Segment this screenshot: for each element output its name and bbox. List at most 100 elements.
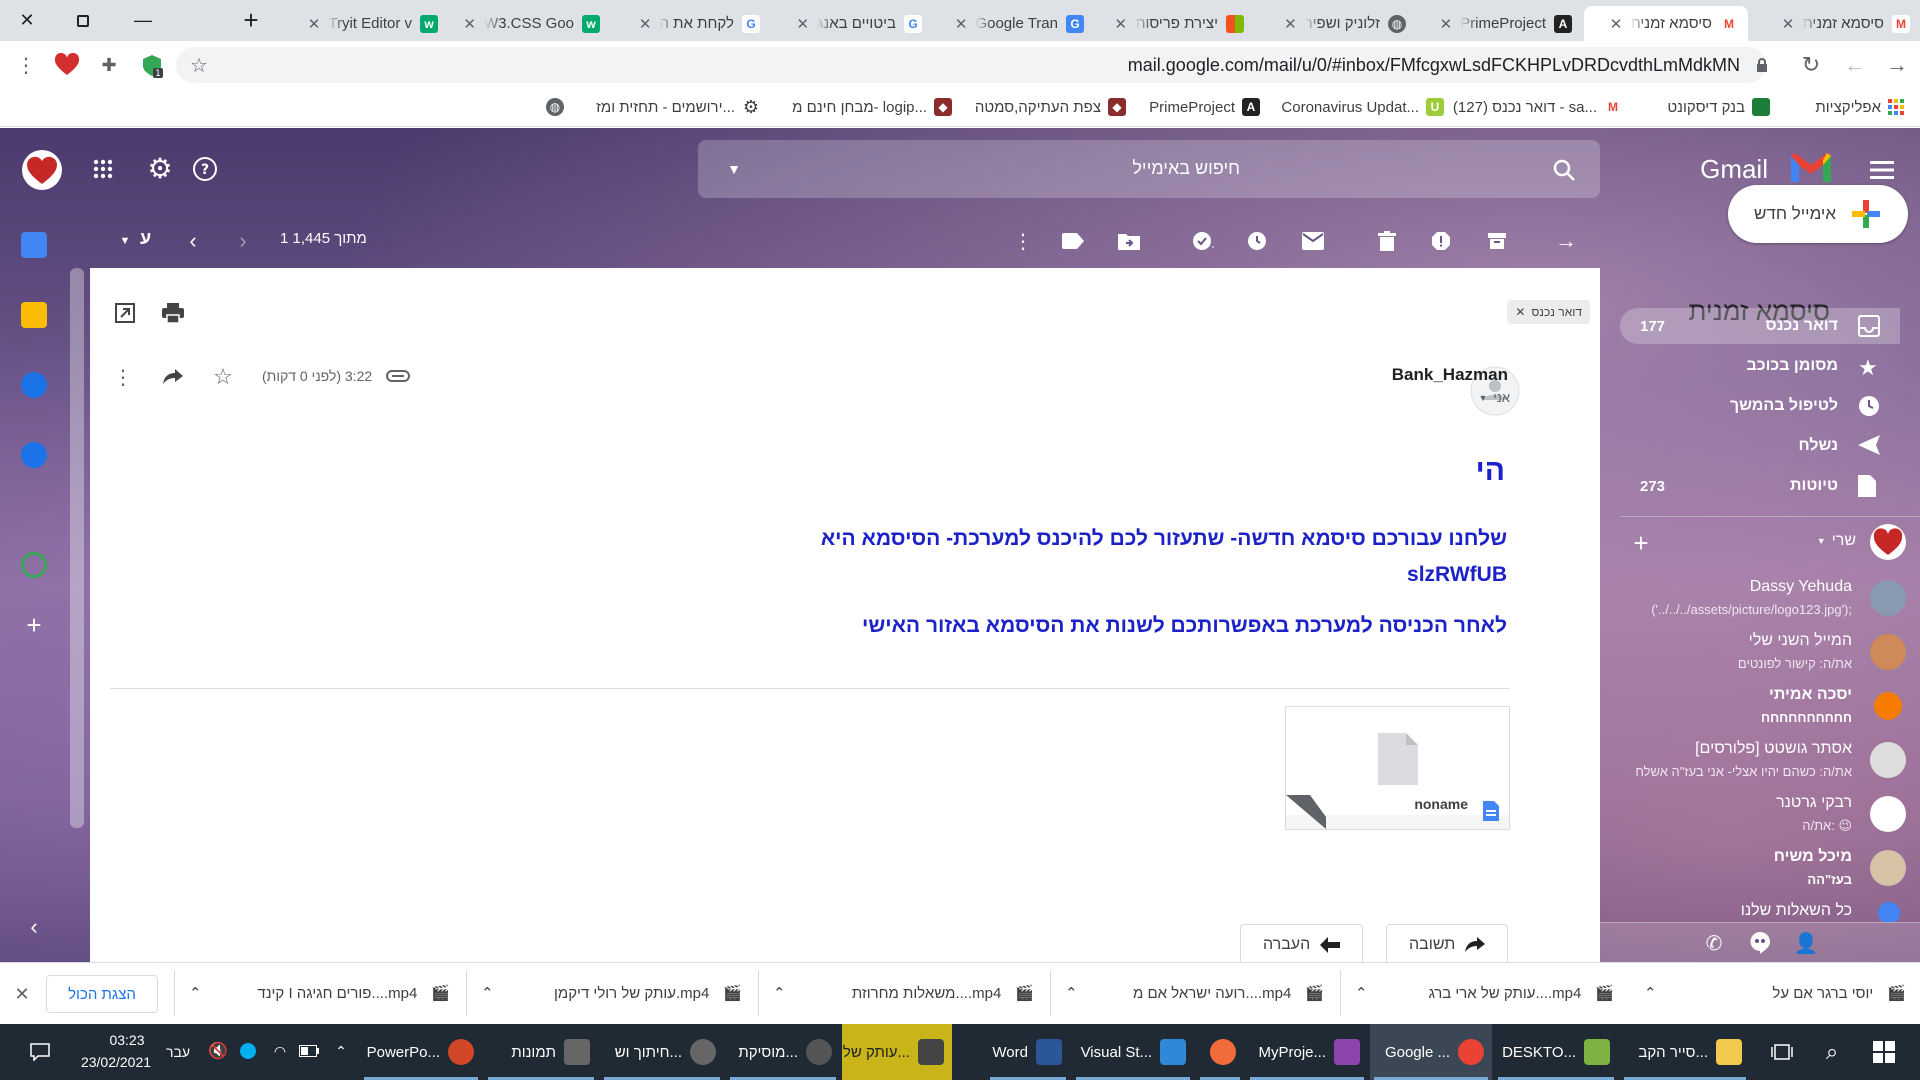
main-menu-icon[interactable]: [1866, 154, 1898, 186]
taskbar-search-icon[interactable]: ⌕: [1814, 1034, 1850, 1070]
nav-item-sent[interactable]: נשלח: [1620, 428, 1900, 464]
taskbar-app[interactable]: PowerPo...: [360, 1024, 482, 1080]
delete-icon[interactable]: [1374, 228, 1400, 254]
collapse-panel-chevron-icon[interactable]: ‹: [21, 914, 47, 940]
browser-tab[interactable]: A PrimeProject ✕: [1418, 6, 1582, 41]
bookmark-coronavirus[interactable]: U Coronavirus Updat...: [1281, 93, 1444, 121]
extensions-puzzle-icon[interactable]: ✚: [96, 52, 122, 78]
hangouts-status-dropdown-icon[interactable]: ▼: [1817, 536, 1826, 546]
input-language-indicator[interactable]: עבר: [166, 1044, 190, 1060]
profile-heart-icon[interactable]: [52, 50, 82, 80]
taskbar-app[interactable]: חיתוך וש...: [600, 1024, 724, 1080]
close-downloads-bar-icon[interactable]: ✕: [10, 982, 34, 1006]
hangout-item[interactable]: אסתר גושטט [פלורסים] את/ה: כשהם יהיו אצל…: [1620, 738, 1920, 790]
sender-name[interactable]: Bank_Hazman: [1392, 365, 1508, 385]
browser-tab[interactable]: M סיסמא זמנית ✕: [1752, 6, 1920, 41]
wifi-icon[interactable]: ◠: [268, 1040, 292, 1062]
settings-gear-icon[interactable]: ⚙: [144, 152, 176, 184]
close-tab-icon[interactable]: ✕: [1440, 15, 1453, 33]
archive-icon[interactable]: [1484, 228, 1510, 254]
browser-tab[interactable]: w W3.CSS Goo ✕: [450, 6, 610, 41]
close-tab-icon[interactable]: ✕: [1284, 15, 1297, 33]
taskbar-app[interactable]: מוסיקת...: [726, 1024, 840, 1080]
download-item[interactable]: 🎬 רועה ישראל אם מ....mp4 ⌃: [1050, 970, 1338, 1016]
recipient-line[interactable]: ▼ אני: [1478, 390, 1510, 405]
input-language-dropdown-icon[interactable]: ▼: [112, 228, 138, 254]
tasks-icon[interactable]: [21, 372, 47, 398]
download-chevron-icon[interactable]: ⌃: [1644, 984, 1657, 1002]
back-to-inbox-icon[interactable]: →: [1553, 228, 1579, 254]
attachment-card[interactable]: [1285, 706, 1510, 830]
help-icon[interactable]: ?: [190, 154, 220, 184]
download-item[interactable]: 🎬 עותק של רולי דיקמן.mp4 ⌃: [466, 970, 756, 1016]
browser-tab[interactable]: G ביטויים באנג ✕: [772, 6, 932, 41]
browser-tab[interactable]: יצירת פריסות ✕: [1096, 6, 1254, 41]
hangout-item[interactable]: המייל השני שלי את/ה: קישור לפונטים: [1620, 630, 1920, 682]
download-chevron-icon[interactable]: ⌃: [189, 984, 202, 1002]
contacts-icon[interactable]: [21, 442, 47, 468]
close-tab-icon[interactable]: ✕: [1782, 15, 1795, 33]
hangouts-chat-icon[interactable]: [1746, 930, 1774, 956]
move-to-icon[interactable]: [1116, 228, 1142, 254]
taskbar-app[interactable]: MyProje...: [1246, 1024, 1368, 1080]
open-new-window-icon[interactable]: [112, 300, 138, 326]
label-tag-icon[interactable]: [1060, 228, 1086, 254]
taskbar-app[interactable]: Word: [986, 1024, 1070, 1080]
older-chevron-icon[interactable]: ›: [230, 228, 256, 254]
input-language-label[interactable]: ע: [140, 228, 151, 249]
hangout-item[interactable]: יסכה אמיתי חחחחחחחחחח: [1620, 684, 1920, 736]
contacts-person-icon[interactable]: 👤: [1792, 930, 1820, 956]
bookmark-primeproject[interactable]: A PrimeProject: [1149, 93, 1260, 121]
remove-label-icon[interactable]: ✕: [1515, 305, 1525, 319]
browser-tab[interactable]: G Google Tran ✕: [934, 6, 1094, 41]
taskbar-app-flashing[interactable]: עותק של...: [842, 1024, 952, 1080]
print-icon[interactable]: [160, 300, 186, 326]
addon-check-icon[interactable]: [21, 552, 47, 578]
nav-item-inbox[interactable]: דואר נכנס 177: [1620, 308, 1900, 344]
bookmark-bank[interactable]: בנק דיסקונט: [1667, 93, 1770, 121]
download-item[interactable]: 🎬 עותק של ארי ברג....mp4 ⌃: [1340, 970, 1628, 1016]
hangout-item[interactable]: רבקי גרטנר את/ה: 😉: [1620, 792, 1920, 844]
bookmark-star-icon[interactable]: ☆: [186, 52, 212, 78]
add-to-tasks-icon[interactable]: +: [1190, 228, 1216, 254]
download-item[interactable]: 🎬 יוסי ברגר אם על ⌃: [1630, 970, 1920, 1016]
clock-time[interactable]: 03:23: [96, 1032, 158, 1048]
close-tab-icon[interactable]: ✕: [463, 15, 476, 33]
extension-badge-icon[interactable]: 1: [138, 52, 166, 80]
calendar-icon[interactable]: [21, 232, 47, 258]
download-item[interactable]: 🎬 משאלות מחרוזת....mp4 ⌃: [758, 970, 1048, 1016]
newer-chevron-icon[interactable]: ‹: [180, 228, 206, 254]
browser-tab[interactable]: G לקחת את ה ✕: [612, 6, 770, 41]
show-hidden-icons-chevron-icon[interactable]: ⌃: [330, 1040, 352, 1062]
bookmark-globe[interactable]: ◍: [546, 93, 564, 121]
close-tab-icon[interactable]: ✕: [639, 15, 652, 33]
get-addons-plus-icon[interactable]: +: [21, 610, 47, 640]
menu-kebab-icon[interactable]: ⋮: [16, 52, 36, 78]
google-apps-icon[interactable]: [88, 154, 118, 184]
account-avatar[interactable]: [22, 150, 62, 190]
reply-button[interactable]: תשובה: [1386, 924, 1509, 962]
close-tab-icon[interactable]: ✕: [1610, 15, 1623, 33]
nav-item-snoozed[interactable]: לטיפול בהמשך: [1620, 388, 1900, 424]
hangout-item[interactable]: מיכל משיח בעז"הה: [1620, 846, 1920, 898]
snooze-clock-icon[interactable]: [1244, 228, 1270, 254]
hangouts-user-switcher[interactable]: שרי ▼: [1817, 532, 1856, 550]
close-tab-icon[interactable]: ✕: [955, 15, 968, 33]
inbox-label-chip[interactable]: דואר נכנס ✕: [1507, 300, 1590, 324]
windows-start-icon[interactable]: [1864, 1034, 1904, 1070]
reply-arrow-icon[interactable]: [160, 364, 186, 390]
bookmark-tzfat[interactable]: ◆ צפת העתיקה,סמטה: [975, 93, 1126, 121]
close-window-button[interactable]: ✕: [4, 0, 50, 41]
action-center-icon[interactable]: [26, 1040, 54, 1064]
close-tab-icon[interactable]: ✕: [308, 15, 321, 33]
task-view-icon[interactable]: [1764, 1034, 1800, 1070]
recipient-details-chevron-icon[interactable]: ▼: [1478, 393, 1487, 403]
scrollbar[interactable]: [70, 268, 84, 828]
phone-call-icon[interactable]: ✆: [1700, 930, 1728, 956]
bookmark-inbox[interactable]: M דואר נכנס (127) - sa...: [1453, 93, 1622, 121]
more-actions-icon[interactable]: ⋮: [1010, 228, 1036, 254]
minimize-window-button[interactable]: —: [120, 0, 166, 41]
reload-button[interactable]: ↻: [1796, 50, 1826, 80]
hangout-item[interactable]: כל השאלות שלנו: [1620, 900, 1920, 922]
taskbar-app[interactable]: Visual St...: [1072, 1024, 1194, 1080]
